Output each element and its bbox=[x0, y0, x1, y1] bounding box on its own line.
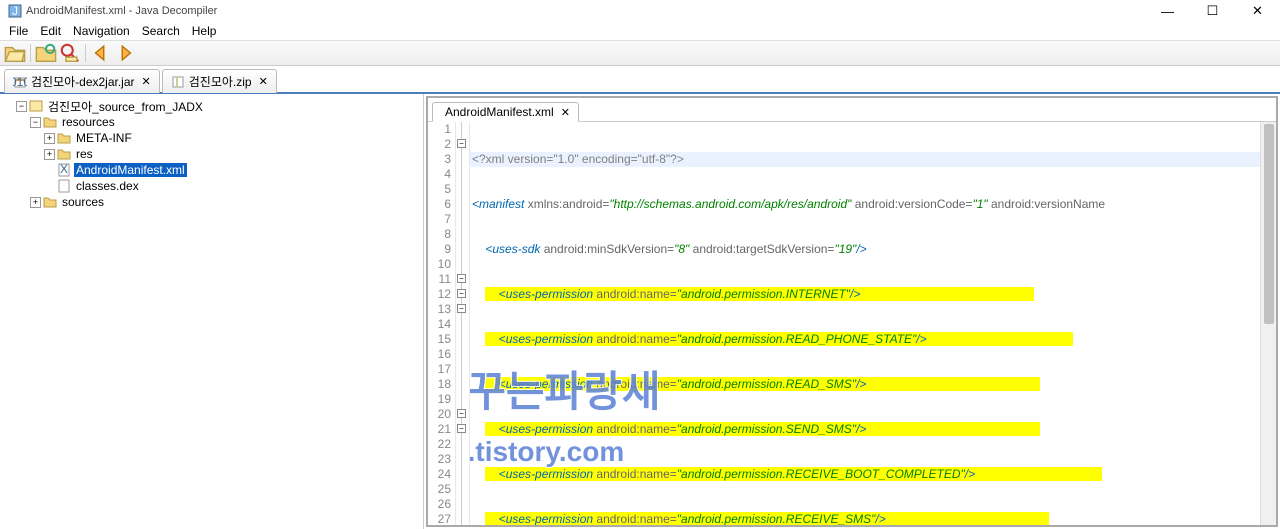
svg-text:010: 010 bbox=[13, 75, 27, 89]
fold-icon[interactable]: − bbox=[457, 424, 466, 433]
close-icon[interactable]: ✕ bbox=[561, 106, 570, 119]
tab-label: 검진모아.zip bbox=[189, 73, 252, 90]
collapse-icon[interactable]: − bbox=[30, 117, 41, 128]
back-icon[interactable] bbox=[90, 42, 112, 64]
titlebar: J AndroidManifest.xml - Java Decompiler … bbox=[0, 0, 1280, 22]
close-icon[interactable]: ✕ bbox=[142, 75, 151, 88]
menu-edit[interactable]: Edit bbox=[35, 24, 66, 38]
vertical-scrollbar[interactable] bbox=[1260, 122, 1276, 525]
xml-icon: X bbox=[57, 163, 71, 177]
open-type-icon[interactable] bbox=[35, 42, 57, 64]
tab-zip[interactable]: 검진모아.zip ✕ bbox=[162, 69, 277, 93]
fold-icon[interactable]: − bbox=[457, 289, 466, 298]
close-icon[interactable]: ✕ bbox=[259, 75, 268, 88]
app-icon: J bbox=[8, 4, 22, 18]
collapse-icon[interactable]: − bbox=[16, 101, 27, 112]
search-icon[interactable] bbox=[59, 42, 81, 64]
menu-file[interactable]: File bbox=[4, 24, 33, 38]
expand-icon[interactable]: + bbox=[44, 133, 55, 144]
close-button[interactable]: ✕ bbox=[1235, 0, 1280, 22]
tree-classes[interactable]: classes.dex bbox=[4, 178, 419, 194]
menubar: File Edit Navigation Search Help bbox=[0, 22, 1280, 40]
open-file-icon[interactable] bbox=[4, 42, 26, 64]
tree-resources[interactable]: − resources bbox=[4, 114, 419, 130]
window-title: AndroidManifest.xml - Java Decompiler bbox=[26, 5, 217, 17]
menu-help[interactable]: Help bbox=[187, 24, 222, 38]
line-gutter: 1234567891011121314151617181920212223242… bbox=[428, 122, 456, 525]
code-content[interactable]: <?xml version="1.0" encoding="utf-8"?> <… bbox=[470, 122, 1276, 525]
fold-icon[interactable]: − bbox=[457, 409, 466, 418]
tree-root[interactable]: − 검진모아_source_from_JADX bbox=[4, 98, 419, 114]
file-tabs: 010 검진모아-dex2jar.jar ✕ 검진모아.zip ✕ bbox=[0, 66, 1280, 94]
editor-tabs: X AndroidManifest.xml ✕ bbox=[428, 98, 1276, 122]
forward-icon[interactable] bbox=[114, 42, 136, 64]
watermark-url: wezard4u.tistory.com bbox=[470, 444, 624, 459]
tree-panel[interactable]: − 검진모아_source_from_JADX − resources + ME… bbox=[0, 94, 424, 529]
project-icon bbox=[29, 99, 43, 113]
code-area[interactable]: 1234567891011121314151617181920212223242… bbox=[428, 122, 1276, 525]
folder-icon bbox=[57, 147, 71, 161]
tab-jar[interactable]: 010 검진모아-dex2jar.jar ✕ bbox=[4, 69, 160, 93]
fold-icon[interactable]: − bbox=[457, 274, 466, 283]
tree-res[interactable]: + res bbox=[4, 146, 419, 162]
minimize-button[interactable]: — bbox=[1145, 0, 1190, 22]
menu-search[interactable]: Search bbox=[137, 24, 185, 38]
tree-manifest[interactable]: X AndroidManifest.xml bbox=[4, 162, 419, 178]
tree-metainf[interactable]: + META-INF bbox=[4, 130, 419, 146]
svg-text:X: X bbox=[60, 163, 68, 176]
fold-column[interactable]: − − − − − − bbox=[456, 122, 470, 525]
editor-tab-label: AndroidManifest.xml bbox=[445, 105, 554, 119]
main-area: − 검진모아_source_from_JADX − resources + ME… bbox=[0, 94, 1280, 529]
fold-icon[interactable]: − bbox=[457, 304, 466, 313]
window-controls: — ☐ ✕ bbox=[1145, 0, 1280, 22]
tree-sources[interactable]: + sources bbox=[4, 194, 419, 210]
fold-icon[interactable]: − bbox=[457, 139, 466, 148]
tab-label: 검진모아-dex2jar.jar bbox=[31, 73, 135, 90]
folder-icon bbox=[43, 115, 57, 129]
editor-tab-manifest[interactable]: X AndroidManifest.xml ✕ bbox=[432, 102, 579, 122]
folder-icon bbox=[43, 195, 57, 209]
expand-icon[interactable]: + bbox=[30, 197, 41, 208]
svg-text:J: J bbox=[12, 4, 18, 18]
folder-icon bbox=[57, 131, 71, 145]
maximize-button[interactable]: ☐ bbox=[1190, 0, 1235, 22]
menu-navigation[interactable]: Navigation bbox=[68, 24, 135, 38]
editor-panel: X AndroidManifest.xml ✕ 1234567891011121… bbox=[426, 96, 1278, 527]
zip-icon bbox=[171, 75, 185, 89]
file-icon bbox=[57, 179, 71, 193]
toolbar bbox=[0, 40, 1280, 66]
jar-icon: 010 bbox=[13, 75, 27, 89]
expand-icon[interactable]: + bbox=[44, 149, 55, 160]
